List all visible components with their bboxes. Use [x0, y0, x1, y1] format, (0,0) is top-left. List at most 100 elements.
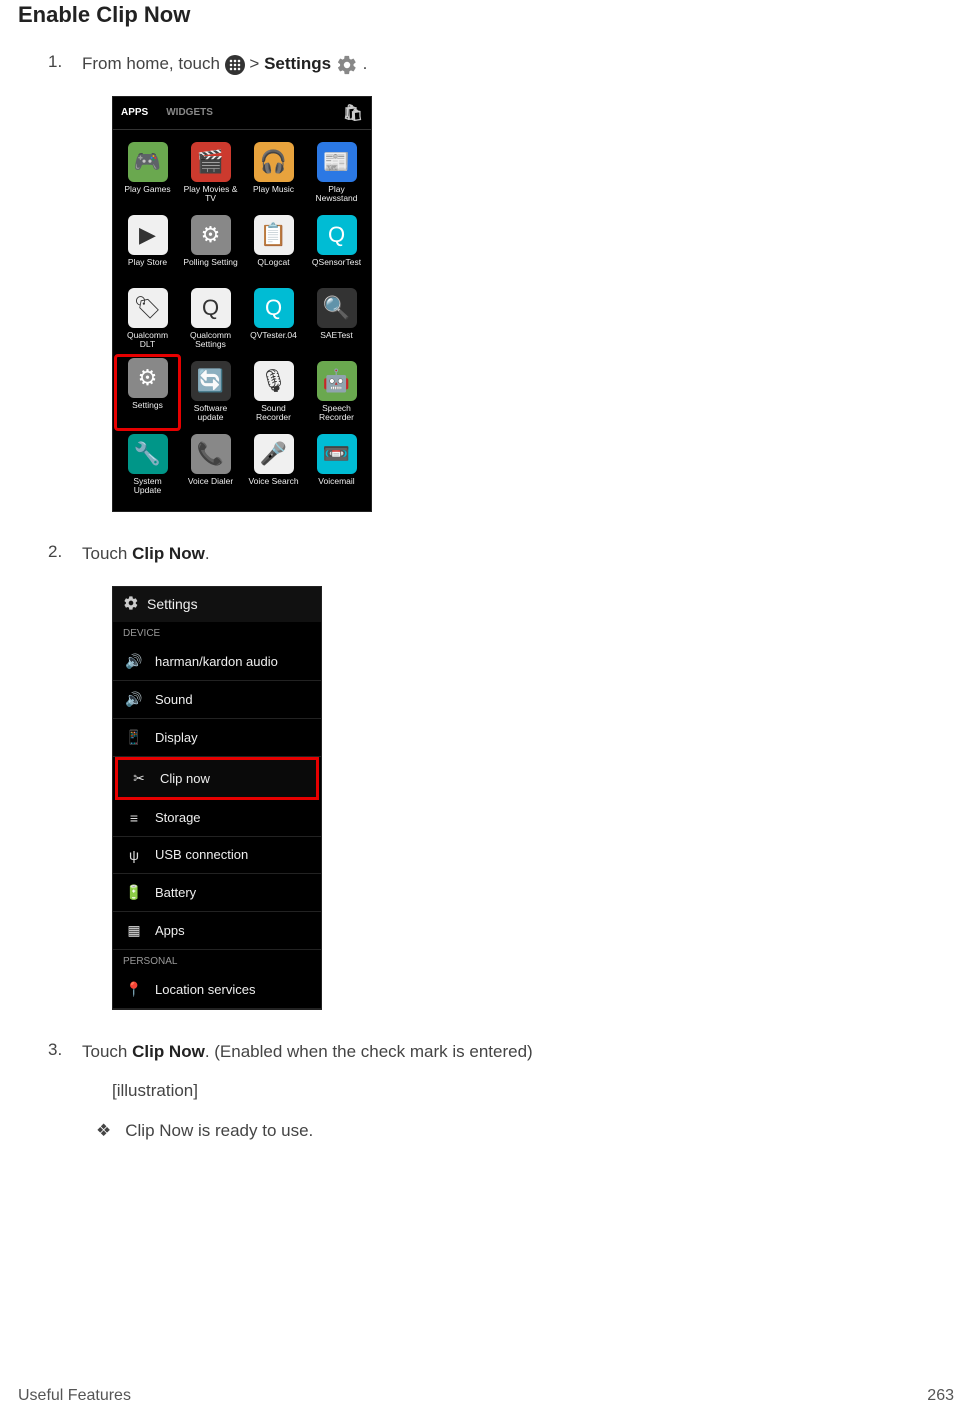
play-store-icon[interactable]: 🛍 — [343, 103, 363, 123]
app-software-update[interactable]: 🔄 Software update — [180, 357, 241, 428]
app-play-music[interactable]: 🎧Play Music — [243, 138, 304, 209]
app-voicemail[interactable]: 📼Voicemail — [306, 430, 367, 501]
app-label: Settings — [132, 401, 163, 421]
app-icon: ⚙ — [128, 358, 168, 398]
apps-menu-icon — [225, 55, 245, 75]
app-label: Sound Recorder — [245, 404, 302, 424]
app-play-newsstand[interactable]: 📰 Play Newsstand — [306, 138, 367, 209]
app-icon: ▶ — [128, 215, 168, 255]
app-icon: 🤖 — [317, 361, 357, 401]
settings-item-icon: 📱 — [125, 729, 143, 746]
app-icon: 🎙 — [254, 361, 294, 401]
settings-item-usb-connection[interactable]: ψ USB connection — [113, 837, 321, 874]
settings-item-apps[interactable]: ▦Apps — [113, 912, 321, 950]
footer-page-number: 263 — [927, 1387, 954, 1405]
step1-pre: From home, touch — [82, 54, 225, 73]
settings-item-icon: ✂ — [130, 770, 148, 787]
step-text: Touch Clip Now. (Enabled when the check … — [82, 1040, 954, 1064]
app-settings[interactable]: ⚙ Settings — [114, 354, 181, 431]
step3-pre: Touch — [82, 1042, 132, 1061]
page-footer: Useful Features 263 — [18, 1387, 954, 1405]
app-qualcomm-settings[interactable]: QQualcomm Settings — [180, 284, 241, 355]
app-icon: 📞 — [191, 434, 231, 474]
settings-item-icon: 📍 — [125, 981, 143, 998]
settings-item-display[interactable]: 📱Display — [113, 719, 321, 757]
app-system-update[interactable]: 🔧System Update — [117, 430, 178, 501]
settings-item-sound[interactable]: 🔊 Sound — [113, 681, 321, 719]
app-label: QVTester.04 — [250, 331, 297, 351]
app-qvtester-04[interactable]: QQVTester.04 — [243, 284, 304, 355]
app-icon: 📋 — [254, 215, 294, 255]
app-play-games[interactable]: 🎮Play Games — [117, 138, 178, 209]
apps-tab-bar: APPS WIDGETS 🛍 — [113, 97, 371, 130]
tab-apps[interactable]: APPS — [121, 107, 148, 118]
app-grid: 🎮Play Games🎬Play Movies & TV🎧Play Music📰… — [113, 130, 371, 511]
settings-item-icon: ≡ — [125, 810, 143, 826]
step-text: Touch Clip Now. — [82, 542, 954, 566]
app-label: Play Games — [124, 185, 170, 205]
step-number: 3. — [48, 1040, 82, 1060]
settings-category-personal: PERSONAL — [113, 950, 321, 971]
app-label: Play Movies & TV — [182, 185, 239, 205]
tab-widgets[interactable]: WIDGETS — [166, 107, 213, 118]
result-bullet: ❖ Clip Now is ready to use. — [96, 1121, 954, 1141]
settings-item-icon: ψ — [125, 847, 143, 863]
app-label: Qualcomm DLT — [119, 331, 176, 351]
diamond-bullet-icon: ❖ — [96, 1121, 111, 1141]
settings-item-label: Sound — [155, 692, 193, 707]
app-icon: 🎬 — [191, 142, 231, 182]
step1-bold: Settings — [264, 54, 331, 73]
settings-item-label: harman/kardon audio — [155, 654, 278, 669]
screenshot-settings-list: Settings DEVICE 🔊harman/kardon audio🔊Sou… — [112, 586, 322, 1010]
app-voice-search[interactable]: 🎤Voice Search — [243, 430, 304, 501]
app-label: QLogcat — [257, 258, 289, 278]
app-voice-dialer[interactable]: 📞 Voice Dialer — [180, 430, 241, 501]
settings-item-label: Clip now — [160, 771, 210, 786]
app-label: SAETest — [320, 331, 353, 351]
app-label: Play Newsstand — [308, 185, 365, 205]
app-icon: 🔄 — [191, 361, 231, 401]
section-heading: Enable Clip Now — [18, 2, 954, 28]
step3-bold: Clip Now — [132, 1042, 205, 1061]
result-text: Clip Now is ready to use. — [125, 1121, 313, 1141]
settings-item-harman-kardon-audio[interactable]: 🔊 harman/kardon audio — [113, 643, 321, 681]
step-3: 3. Touch Clip Now. (Enabled when the che… — [48, 1040, 954, 1142]
app-saetest[interactable]: 🔍SAETest — [306, 284, 367, 355]
app-icon: 🎧 — [254, 142, 294, 182]
illustration-placeholder: [illustration] — [112, 1081, 954, 1101]
app-speech-recorder[interactable]: 🤖 Speech Recorder — [306, 357, 367, 428]
app-qualcomm-dlt[interactable]: 🏷 Qualcomm DLT — [117, 284, 178, 355]
settings-item-clip-now[interactable]: ✂ Clip now — [115, 757, 319, 800]
settings-list: 🔊 harman/kardon audio 🔊 Sound 📱Display ✂ Clip … — [113, 643, 321, 950]
step-number: 1. — [48, 52, 82, 72]
app-sound-recorder[interactable]: 🎙 Sound Recorder — [243, 357, 304, 428]
app-label: Software update — [182, 404, 239, 424]
app-icon: 📰 — [317, 142, 357, 182]
settings-item-icon: ▦ — [125, 922, 143, 939]
app-play-movies-tv[interactable]: 🎬 Play Movies & TV — [180, 138, 241, 209]
step-number: 2. — [48, 542, 82, 562]
settings-header-label: Settings — [147, 596, 198, 612]
app-polling-setting[interactable]: ⚙Polling Setting — [180, 211, 241, 282]
step2-post: . — [205, 544, 210, 563]
settings-item-battery[interactable]: 🔋Battery — [113, 874, 321, 912]
settings-item-icon: 🔊 — [125, 691, 143, 708]
app-qlogcat[interactable]: 📋 QLogcat — [243, 211, 304, 282]
settings-item-location-services[interactable]: 📍 Location services — [113, 971, 321, 1009]
step-2: 2. Touch Clip Now. Settings DEVICE 🔊harm… — [48, 542, 954, 1010]
app-label: Voice Dialer — [188, 477, 233, 497]
step2-bold: Clip Now — [132, 544, 205, 563]
settings-item-label: Location services — [155, 982, 255, 997]
settings-item-label: USB connection — [155, 847, 248, 862]
step-text: From home, touch > Settings . — [82, 52, 954, 76]
app-label: Speech Recorder — [308, 404, 365, 424]
settings-header: Settings — [113, 587, 321, 622]
settings-item-icon: 🔊 — [125, 653, 143, 670]
step1-sep: > — [249, 54, 264, 73]
app-icon: 🏷 — [128, 288, 168, 328]
app-icon: 🔧 — [128, 434, 168, 474]
app-qsensortest[interactable]: QQSensorTest — [306, 211, 367, 282]
app-play-store[interactable]: ▶Play Store — [117, 211, 178, 282]
gear-icon — [123, 595, 139, 614]
settings-item-storage[interactable]: ≡Storage — [113, 800, 321, 837]
